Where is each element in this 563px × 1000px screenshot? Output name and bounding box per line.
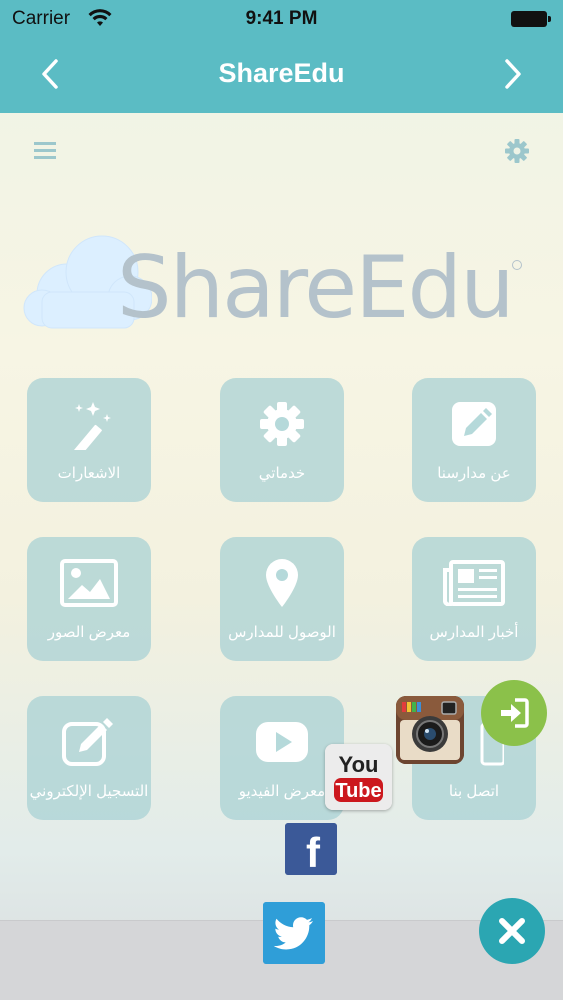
edit-icon <box>448 398 500 450</box>
tile-photo-gallery[interactable]: معرض الصور <box>27 537 151 661</box>
status-bar: Carrier 9:41 PM <box>0 0 563 38</box>
registered-mark <box>512 260 522 270</box>
tile-label: معرض الفيديو <box>238 783 326 800</box>
settings-gear-icon[interactable] <box>504 138 530 164</box>
sign-in-icon <box>501 698 529 728</box>
youtube-button[interactable]: You Tube <box>325 744 392 810</box>
tile-notifications[interactable]: الاشعارات <box>27 378 151 502</box>
tile-school-news[interactable]: أخبار المدارس <box>412 537 536 661</box>
image-icon <box>60 557 118 609</box>
facebook-glyph: f <box>306 829 321 875</box>
play-icon <box>254 716 310 768</box>
hamburger-menu-icon[interactable] <box>34 140 58 162</box>
youtube-icon: You Tube <box>325 744 392 810</box>
youtube-tube-text: Tube <box>335 780 381 802</box>
facebook-button[interactable]: f <box>285 823 337 876</box>
forward-button[interactable] <box>495 56 531 92</box>
tile-label: التسجيل الإلكتروني <box>29 783 149 800</box>
close-icon <box>499 918 525 944</box>
instagram-button[interactable] <box>396 696 464 764</box>
battery-icon <box>511 11 551 27</box>
tile-label: خدماتي <box>258 465 306 482</box>
tile-label: الاشعارات <box>57 465 121 482</box>
status-time: 9:41 PM <box>245 8 318 29</box>
twitter-bird-icon <box>263 902 325 964</box>
newspaper-icon <box>443 557 505 609</box>
tile-label: عن مدارسنا <box>437 465 511 482</box>
chevron-right-icon <box>505 59 521 89</box>
twitter-button[interactable] <box>263 902 325 964</box>
gear-icon <box>256 398 308 450</box>
app-logo: ShareEdu <box>22 232 532 342</box>
instagram-camera-icon <box>396 696 464 764</box>
tile-label: أخبار المدارس <box>429 624 519 641</box>
tile-about-schools[interactable]: عن مدارسنا <box>412 378 536 502</box>
facebook-icon: f <box>285 823 337 876</box>
logo-text: ShareEdu <box>117 238 515 338</box>
top-bar: Carrier 9:41 PM ShareEdu <box>0 0 563 113</box>
nav-title: ShareEdu <box>218 58 345 88</box>
login-button[interactable] <box>481 680 547 746</box>
magic-wand-icon <box>63 398 115 450</box>
tile-my-services[interactable]: خدماتي <box>220 378 344 502</box>
form-edit-icon <box>61 716 117 768</box>
tile-label: اتصل بنا <box>448 783 500 800</box>
tile-e-registration[interactable]: التسجيل الإلكتروني <box>27 696 151 820</box>
map-pin-icon <box>262 557 302 609</box>
tile-label: معرض الصور <box>47 624 131 641</box>
close-button[interactable] <box>479 898 545 964</box>
tile-label: الوصول للمدارس <box>228 624 336 641</box>
tile-school-directions[interactable]: الوصول للمدارس <box>220 537 344 661</box>
youtube-you-text: You <box>339 752 379 777</box>
